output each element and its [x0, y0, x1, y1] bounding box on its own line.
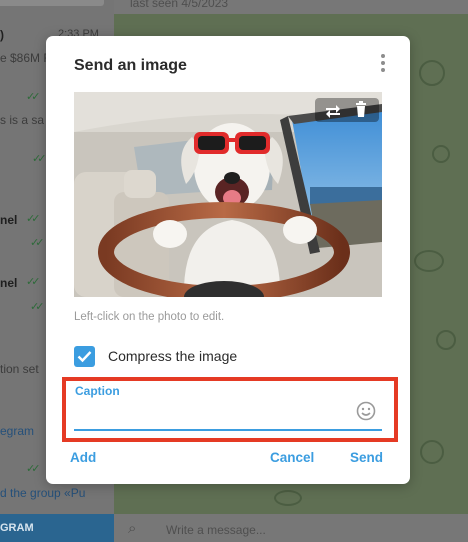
dog-driving-photo	[74, 92, 382, 297]
chat-list-item-title: nel	[0, 213, 18, 227]
delete-image-icon[interactable]	[349, 100, 373, 120]
chat-list-item-preview: egram	[0, 424, 35, 438]
chat-header-status: last seen 4/5/2023	[130, 0, 229, 10]
image-preview[interactable]	[74, 92, 382, 297]
more-vertical-icon[interactable]	[378, 54, 388, 74]
read-checkmark-icon: ✓✓	[26, 463, 41, 475]
photo-tools	[315, 98, 379, 122]
read-checkmark-icon: ✓✓	[26, 91, 41, 103]
read-checkmark-icon: ✓✓	[26, 213, 41, 225]
chat-list-item-preview: e $86M F	[0, 51, 51, 65]
composer-placeholder: Write a message...	[166, 523, 266, 537]
wallpaper-doodle	[414, 250, 444, 272]
chat-list-bottom-bar: GRAM	[0, 514, 114, 542]
message-composer: ⌕ Write a message...	[114, 514, 468, 542]
chat-list-search-area	[0, 0, 104, 6]
dialog-title: Send an image	[74, 57, 187, 74]
chat-list-item-preview: tion set	[0, 362, 39, 376]
chat-list-item-preview: d the group «Pu	[0, 486, 86, 500]
caption-underline	[74, 429, 382, 431]
edit-hint: Left-click on the photo to edit.	[74, 311, 225, 323]
read-checkmark-icon: ✓✓	[26, 276, 41, 288]
wallpaper-doodle	[419, 60, 445, 86]
caption-label: Caption	[75, 384, 120, 398]
read-checkmark-icon: ✓✓	[32, 153, 47, 165]
emoji-icon[interactable]	[356, 401, 376, 421]
send-image-dialog: Send an image Left-click on the photo to…	[46, 36, 410, 484]
chat-list-item-title: )	[0, 28, 4, 42]
bottom-bar-label: GRAM	[0, 522, 34, 534]
chat-header: last seen 4/5/2023	[114, 0, 468, 14]
chat-list-item-preview: s is a sa	[0, 113, 45, 127]
wallpaper-doodle	[274, 490, 302, 506]
chat-list-item-title: nel	[0, 276, 18, 290]
compress-label[interactable]: Compress the image	[108, 348, 237, 364]
checkmark-icon	[77, 351, 92, 363]
send-button[interactable]: Send	[350, 450, 383, 465]
wallpaper-doodle	[432, 145, 450, 163]
read-checkmark-icon: ✓✓	[30, 301, 45, 313]
add-button[interactable]: Add	[70, 450, 96, 465]
read-checkmark-icon: ✓✓	[30, 237, 45, 249]
attach-icon: ⌕	[128, 520, 137, 537]
compress-checkbox[interactable]	[74, 346, 95, 367]
replace-image-icon[interactable]	[321, 100, 345, 120]
wallpaper-doodle	[436, 330, 456, 350]
caption-input[interactable]	[74, 398, 364, 428]
wallpaper-doodle	[420, 440, 444, 464]
cancel-button[interactable]: Cancel	[270, 450, 314, 465]
